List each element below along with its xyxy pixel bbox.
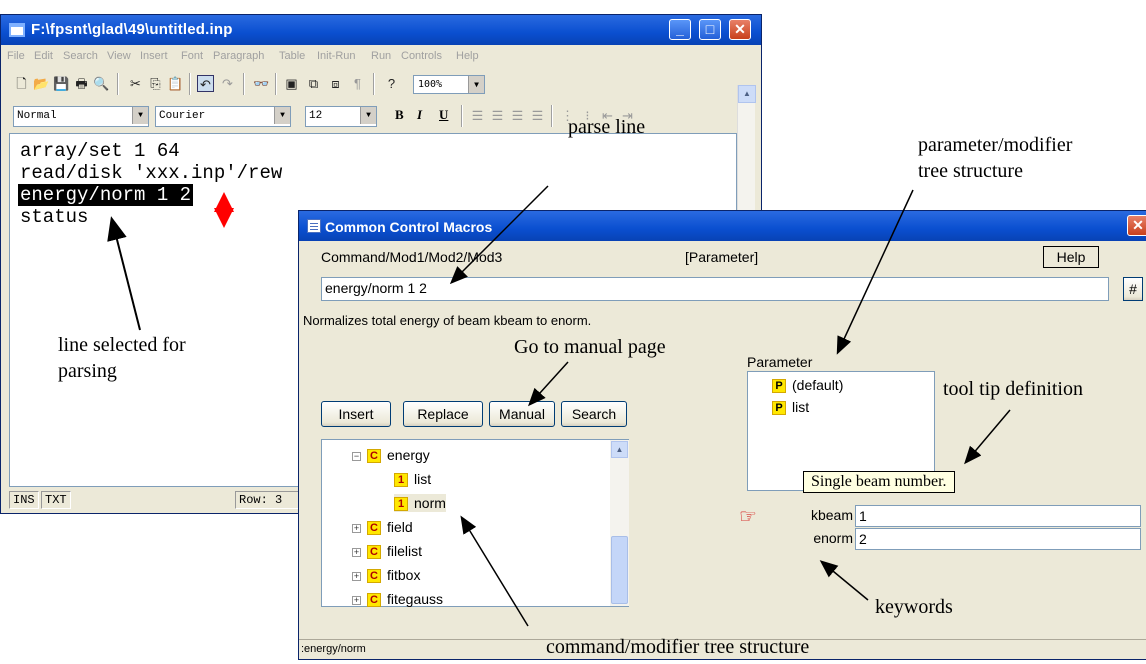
- cmd-tree-arrow: [460, 515, 529, 627]
- line-selected-arrow: [107, 216, 141, 331]
- manual-page-arrow: [527, 361, 569, 407]
- parse-line-arrow: [449, 185, 549, 285]
- tooltip-arrow: [964, 409, 1011, 465]
- param-tree-arrow: [836, 189, 914, 355]
- keywords-arrow: [819, 560, 869, 601]
- annotation-arrows: [107, 185, 1011, 627]
